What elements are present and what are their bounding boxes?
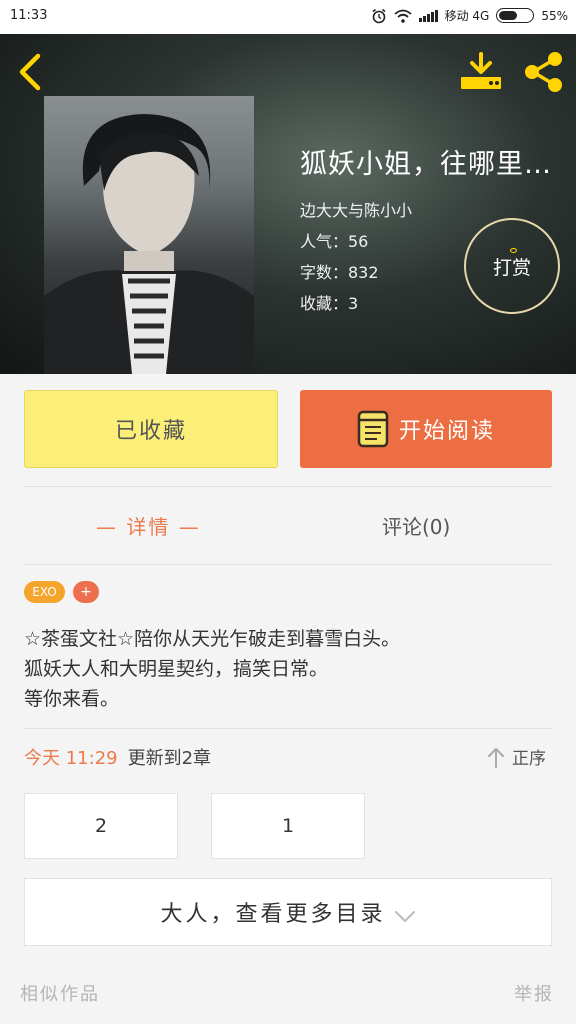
download-icon: [461, 52, 501, 89]
update-text: 更新到2章: [127, 748, 212, 769]
divider: [24, 486, 552, 487]
arrow-up-icon: [488, 747, 504, 768]
tip-button-label: 打赏: [492, 256, 531, 279]
cover-portrait-illustration: [44, 114, 254, 374]
description-line: 等你来看。: [24, 688, 120, 710]
book-hero: 狐妖小姐，往哪里… 边大大与陈小小 人气：56 字数：832 收藏：3 打赏: [0, 34, 576, 374]
battery-percent: 55%: [541, 8, 568, 23]
sort-order-button[interactable]: 正序: [486, 744, 546, 769]
update-info: 今天 11:29 更新到2章: [24, 744, 211, 770]
book-cover-image[interactable]: [44, 96, 254, 374]
divider: [24, 564, 552, 565]
tab-details[interactable]: — 详情 —: [96, 508, 201, 542]
share-button[interactable]: [520, 50, 568, 94]
battery-fill: [499, 11, 517, 20]
battery-icon: [496, 8, 535, 23]
share-icon: [525, 52, 562, 92]
status-time: 11:33: [10, 8, 48, 23]
start-reading-label: 开始阅读: [398, 419, 495, 444]
tab-comments[interactable]: 评论(0): [382, 508, 450, 542]
tag-row: EXO +: [24, 581, 99, 603]
favorite-button[interactable]: 已收藏: [24, 390, 278, 468]
description-line: 狐妖大人和大明星契约，搞笑日常。: [24, 658, 329, 680]
book-description: ☆茶蛋文社☆陪你从天光乍破走到暮雪白头。 狐妖大人和大明星契约，搞笑日常。 等你…: [24, 624, 554, 714]
alarm-icon: [372, 8, 386, 23]
back-button[interactable]: [14, 50, 50, 94]
coin-icon: [510, 248, 517, 253]
download-button[interactable]: [458, 50, 504, 94]
add-tag-button[interactable]: +: [73, 581, 99, 603]
tag-exo[interactable]: EXO: [24, 581, 65, 603]
update-date: 今天 11:29: [24, 748, 118, 769]
carrier-label: 移动 4G: [444, 9, 490, 23]
more-catalog-button[interactable]: 大人，查看更多目录: [24, 878, 552, 946]
similar-works-label: 相似作品: [20, 984, 100, 1005]
chevron-down-icon: [394, 911, 415, 922]
book-icon: [357, 410, 389, 448]
chapter-item[interactable]: 2: [24, 793, 178, 859]
status-bar: 11:33 移动 4G 55%: [0, 0, 576, 34]
report-link[interactable]: 举报: [514, 980, 554, 1006]
status-indicators: 移动 4G 55%: [371, 7, 568, 24]
back-chevron-icon: [19, 53, 41, 91]
book-title: 狐妖小姐，往哪里…: [300, 149, 552, 180]
wifi-icon: [393, 9, 412, 23]
sort-order-label: 正序: [512, 749, 546, 769]
more-catalog-label: 大人，查看更多目录: [160, 902, 386, 927]
start-reading-button[interactable]: 开始阅读: [300, 390, 552, 468]
chapter-item[interactable]: 1: [211, 793, 365, 859]
tip-button[interactable]: 打赏: [464, 218, 560, 314]
signal-icon: [418, 9, 438, 22]
description-line: ☆茶蛋文社☆陪你从天光乍破走到暮雪白头。: [24, 628, 401, 650]
divider: [24, 728, 552, 729]
